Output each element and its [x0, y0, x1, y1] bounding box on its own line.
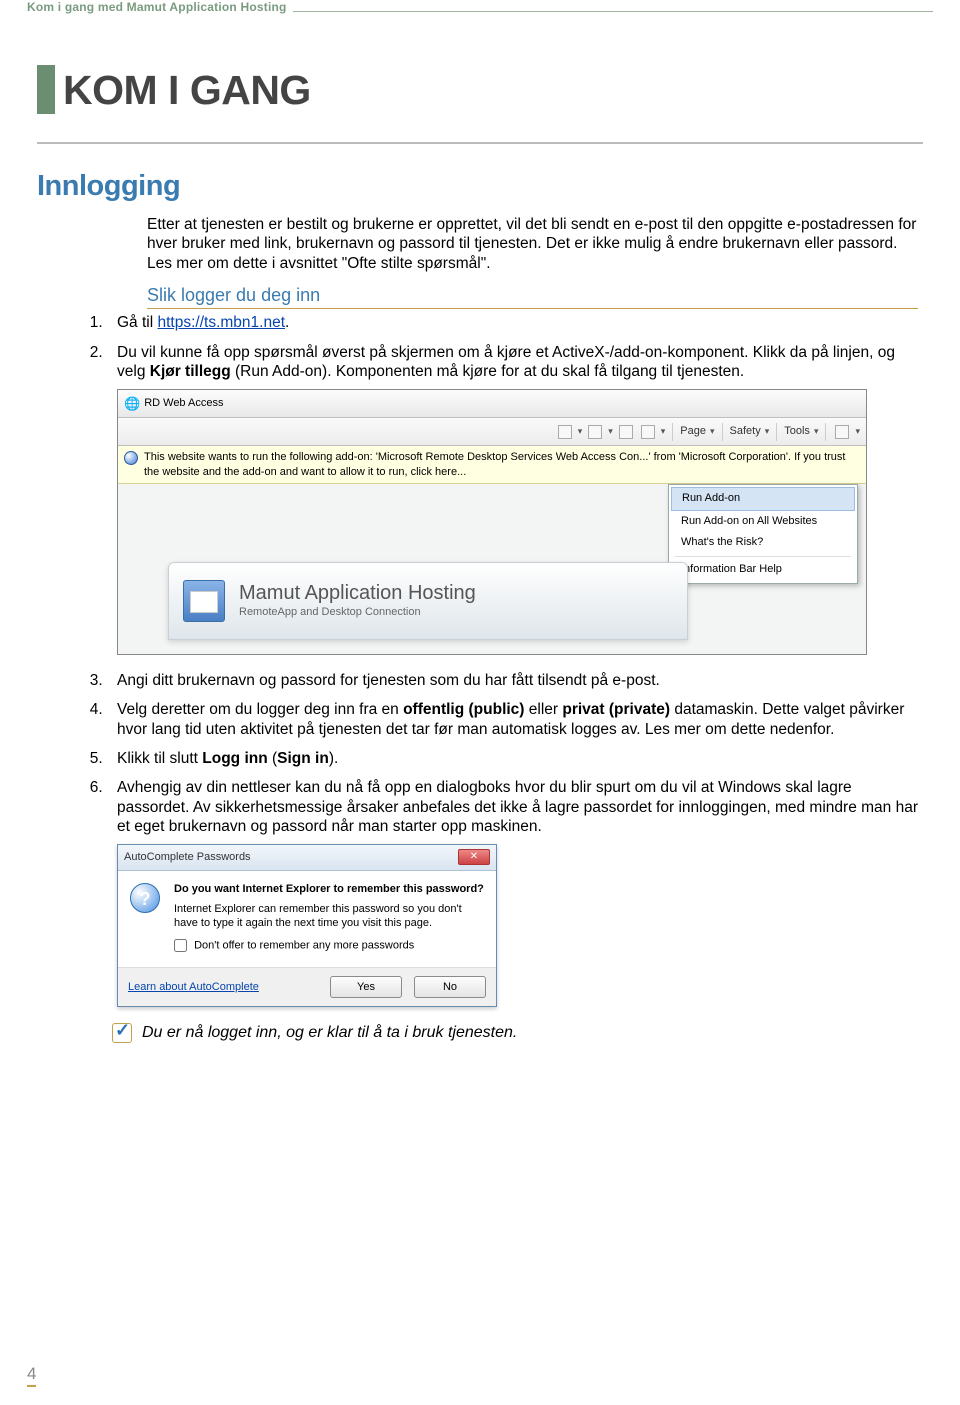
dont-offer-label: Don't offer to remember any more passwor… — [194, 939, 414, 951]
ie-tab-row: 🌐 RD Web Access — [118, 390, 866, 418]
step-5-c: ( — [268, 750, 277, 767]
ie-infobar-screenshot: 🌐 RD Web Access ▾ ▾ ▾ Page ▾ Safety ▾ To… — [117, 389, 867, 655]
mail-icon[interactable] — [619, 425, 633, 439]
app-banner-icon — [183, 580, 225, 622]
menu-run-addon[interactable]: Run Add-on — [671, 487, 855, 511]
step-4-d: privat (private) — [562, 701, 670, 718]
ie-information-bar[interactable]: This website wants to run the following … — [118, 446, 866, 484]
app-banner-title: Mamut Application Hosting — [239, 581, 476, 606]
infobar-text: This website wants to run the following … — [144, 450, 860, 479]
menu-whats-risk[interactable]: What's the Risk? — [671, 532, 855, 554]
info-icon — [124, 451, 138, 465]
home-icon[interactable] — [558, 425, 572, 439]
dialog-question: Do you want Internet Explorer to remembe… — [174, 883, 484, 897]
question-icon: ? — [130, 883, 160, 913]
close-icon[interactable]: ✕ — [458, 849, 490, 865]
check-icon — [112, 1023, 132, 1043]
step-2: Du vil kunne få opp spørsmål øverst på s… — [107, 343, 923, 655]
step-6-text: Avhengig av din nettleser kan du nå få o… — [117, 779, 918, 835]
step-5-e: ). — [329, 750, 338, 767]
intro-paragraph: Etter at tjenesten er bestilt og brukern… — [147, 215, 918, 273]
step-3: Angi ditt brukernavn og passord for tjen… — [107, 671, 923, 690]
page-title: KOM I GANG — [63, 65, 311, 114]
step-4-b: offentlig (public) — [403, 701, 524, 718]
print-icon[interactable] — [641, 425, 655, 439]
toolbar-safety[interactable]: Safety — [730, 425, 761, 439]
help-icon[interactable] — [835, 425, 849, 439]
dialog-titlebar: AutoComplete Passwords ✕ — [118, 845, 496, 871]
login-url-link[interactable]: https://ts.mbn1.net — [157, 314, 285, 331]
step-4-c: eller — [524, 701, 562, 718]
toolbar-page[interactable]: Page — [680, 425, 706, 439]
menu-run-all[interactable]: Run Add-on on All Websites — [671, 511, 855, 533]
toolbar-tools[interactable]: Tools — [784, 425, 810, 439]
sub-heading: Slik logger du deg inn — [147, 285, 918, 309]
step-5: Klikk til slutt Logg inn (Sign in). — [107, 749, 923, 768]
step-1-post: . — [285, 314, 289, 331]
step-1-pre: Gå til — [117, 314, 157, 331]
app-banner-subtitle: RemoteApp and Desktop Connection — [239, 606, 476, 620]
step-2-c: (Run Add-on). Komponenten må kjøre for a… — [231, 363, 745, 380]
step-5-d: Sign in — [277, 750, 329, 767]
step-5-b: Logg inn — [202, 750, 267, 767]
autocomplete-dialog: AutoComplete Passwords ✕ ? Do you want I… — [117, 844, 497, 1007]
title-bar: KOM I GANG — [37, 65, 923, 114]
feed-icon[interactable] — [588, 425, 602, 439]
title-accent — [37, 65, 55, 114]
completion-text: Du er nå logget inn, og er klar til å ta… — [142, 1024, 517, 1042]
menu-infobar-help[interactable]: Information Bar Help — [671, 559, 855, 581]
learn-autocomplete-link[interactable]: Learn about AutoComplete — [128, 981, 259, 995]
step-2-b: Kjør tillegg — [150, 363, 231, 380]
step-6: Avhengig av din nettleser kan du nå få o… — [107, 778, 923, 1007]
dialog-explanation: Internet Explorer can remember this pass… — [174, 903, 484, 931]
ie-tab-title: RD Web Access — [144, 397, 223, 411]
no-button[interactable]: No — [414, 976, 486, 998]
app-banner: Mamut Application Hosting RemoteApp and … — [168, 562, 688, 640]
yes-button[interactable]: Yes — [330, 976, 402, 998]
step-1: Gå til https://ts.mbn1.net. — [107, 313, 923, 332]
step-5-a: Klikk til slutt — [117, 750, 202, 767]
step-4: Velg deretter om du logger deg inn fra e… — [107, 700, 923, 739]
section-heading: Innlogging — [37, 170, 923, 203]
step-4-a: Velg deretter om du logger deg inn fra e… — [117, 701, 403, 718]
infobar-context-menu: Run Add-on Run Add-on on All Websites Wh… — [668, 484, 858, 584]
page-header: Kom i gang med Mamut Application Hosting — [27, 0, 293, 14]
ie-toolbar: ▾ ▾ ▾ Page ▾ Safety ▾ Tools ▾ ▾ — [118, 418, 866, 446]
completion-note: Du er nå logget inn, og er klar til å ta… — [112, 1023, 923, 1043]
dont-offer-checkbox[interactable] — [174, 939, 187, 952]
dialog-title: AutoComplete Passwords — [124, 851, 251, 865]
page-number: 4 — [27, 1364, 36, 1387]
